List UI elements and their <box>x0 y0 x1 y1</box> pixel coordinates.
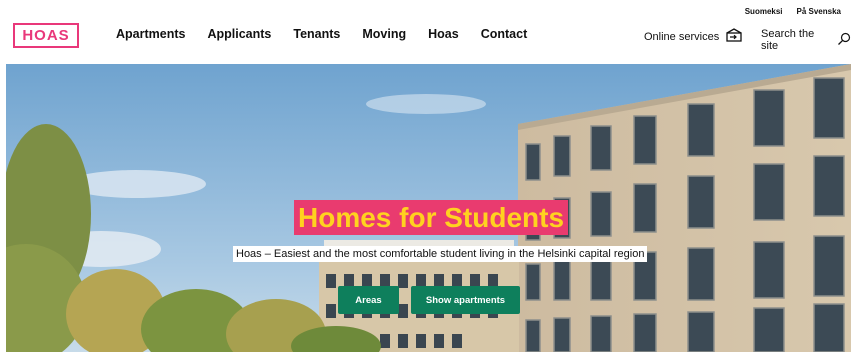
nav-tenants[interactable]: Tenants <box>293 27 340 41</box>
hero-banner: Homes for Students Hoas – Easiest and th… <box>6 64 851 352</box>
search-link[interactable]: Search the site <box>761 28 851 52</box>
hero-title: Homes for Students <box>294 200 569 235</box>
online-services-label: Online services <box>644 30 720 43</box>
language-switcher: Suomeksi På Svenska <box>745 7 841 16</box>
main-nav: Apartments Applicants Tenants Moving Hoa… <box>116 27 527 41</box>
logo-text: HOAS <box>22 27 70 44</box>
show-apartments-button[interactable]: Show apartments <box>411 286 520 314</box>
nav-contact[interactable]: Contact <box>481 27 528 41</box>
search-magnifier-icon <box>837 32 851 49</box>
search-label: Search the site <box>761 28 815 52</box>
lang-finnish-link[interactable]: Suomeksi <box>745 7 783 16</box>
nav-applicants[interactable]: Applicants <box>207 27 271 41</box>
online-services-link[interactable]: Online services <box>644 28 743 45</box>
nav-apartments[interactable]: Apartments <box>116 27 185 41</box>
hero-subtitle: Hoas – Easiest and the most comfortable … <box>233 246 648 262</box>
login-box-icon <box>725 28 743 45</box>
site-header: Suomeksi På Svenska HOAS Apartments Appl… <box>0 0 851 64</box>
lang-swedish-link[interactable]: På Svenska <box>797 7 841 16</box>
areas-button[interactable]: Areas <box>338 286 399 314</box>
nav-moving[interactable]: Moving <box>362 27 406 41</box>
hoas-logo[interactable]: HOAS <box>13 23 79 48</box>
nav-hoas[interactable]: Hoas <box>428 27 459 41</box>
